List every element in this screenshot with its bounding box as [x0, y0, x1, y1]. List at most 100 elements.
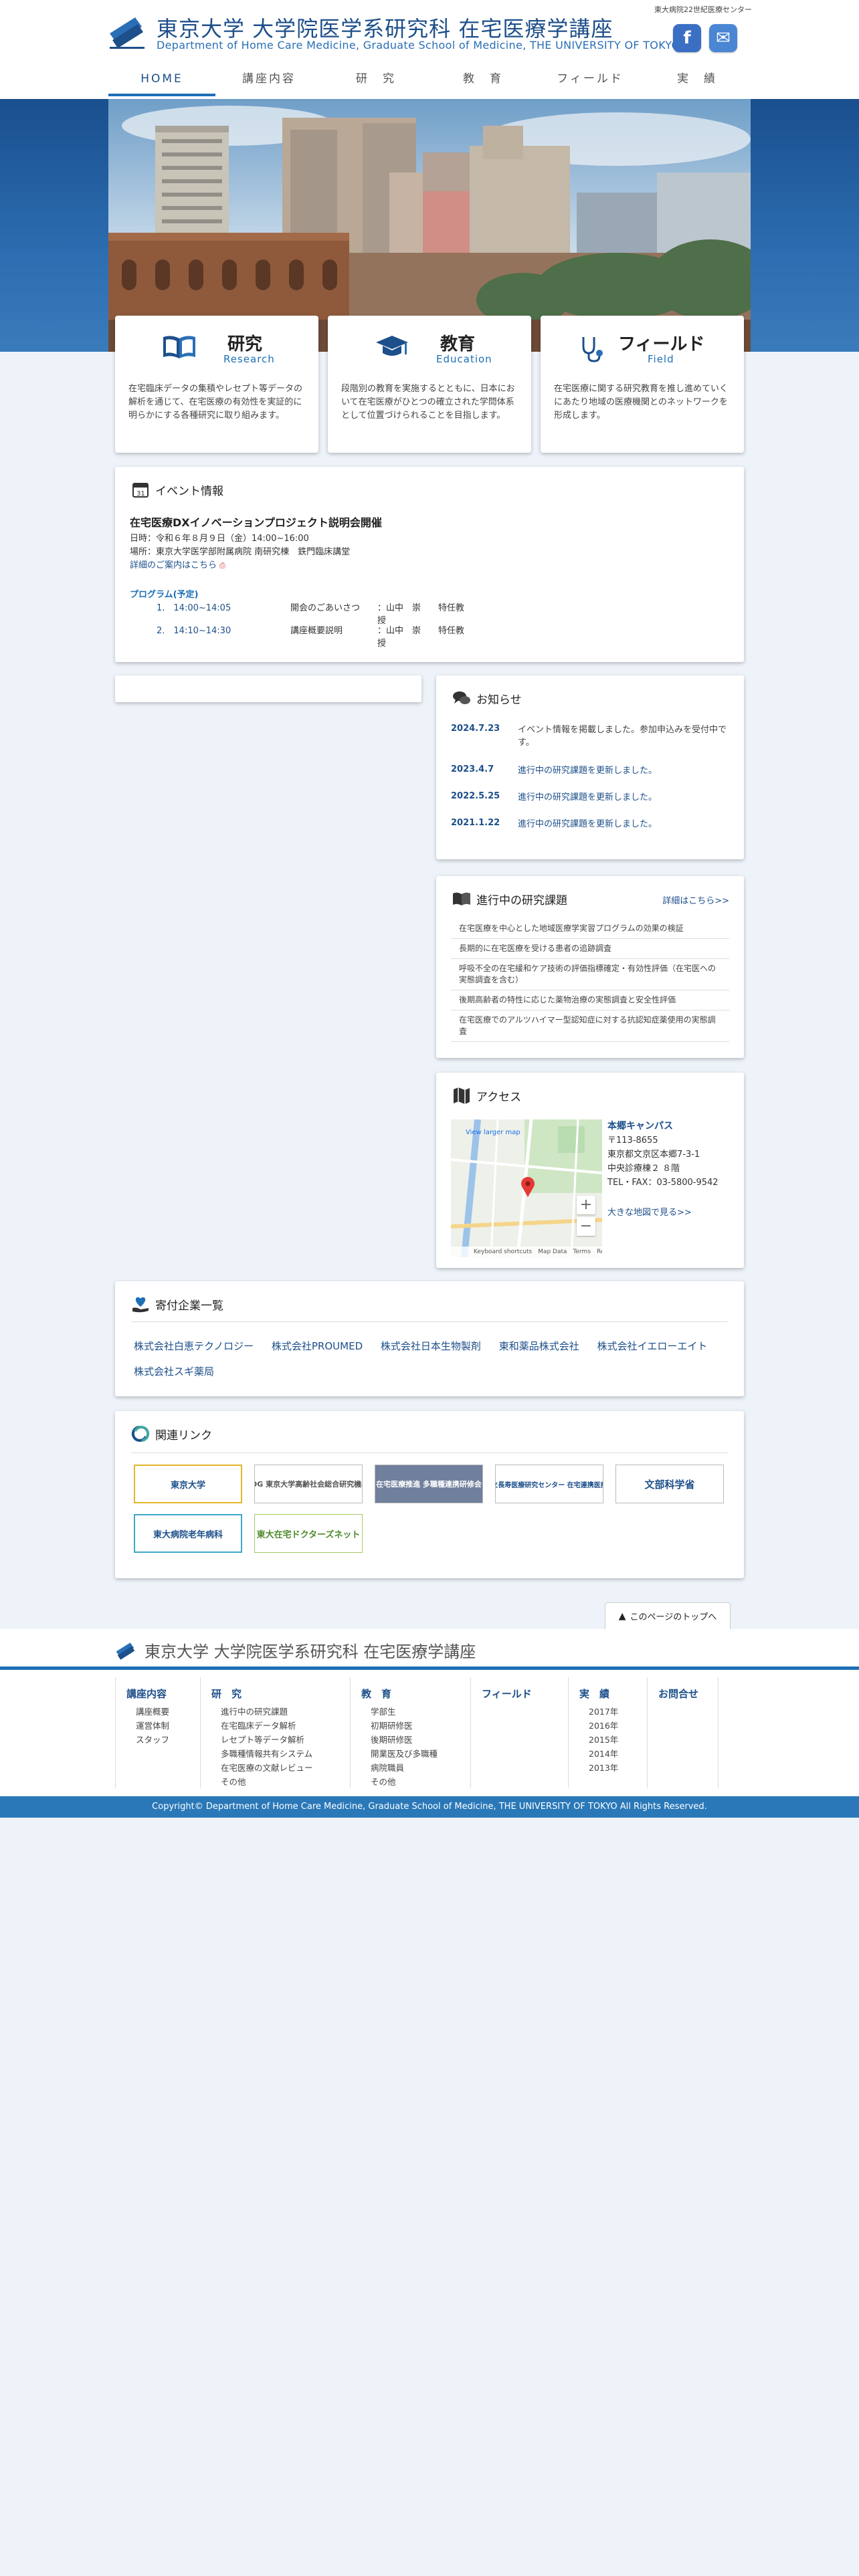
big-map-link[interactable]: 大きな地図で見る>>: [607, 1206, 719, 1220]
footer-link[interactable]: 運営体制: [136, 1719, 200, 1733]
footer-link[interactable]: 学部生: [371, 1705, 470, 1719]
company-link[interactable]: 株式会社スギ薬局: [134, 1366, 214, 1378]
news-text: イベント情報を掲載しました。参加申込みを受付中です。: [518, 725, 727, 748]
banner-geriatrics[interactable]: 東大病院老年病科: [134, 1514, 242, 1553]
event-box: 31 イベント情報 在宅医療DXイノベーションプロジェクト説明会開催 日時：令和…: [115, 467, 744, 662]
footer-link[interactable]: 2016年: [589, 1719, 647, 1733]
company-link[interactable]: 東和薬品株式会社: [499, 1340, 579, 1352]
banner-mext[interactable]: 文部科学省: [615, 1465, 724, 1503]
research-item[interactable]: 在宅医療を中心とした地域医療学実習プログラムの効果の検証: [451, 919, 729, 939]
embedded-map[interactable]: View larger map + − Keyboard shortcuts M…: [451, 1119, 602, 1257]
news-item[interactable]: 2023.4.7 進行中の研究課題を更新しました。: [451, 764, 732, 777]
footer-link[interactable]: 講座概要: [136, 1705, 200, 1719]
company-link[interactable]: 株式会社日本生物製剤: [381, 1340, 481, 1352]
map-attribution[interactable]: Keyboard shortcuts Map Data Terms Report…: [451, 1247, 602, 1257]
news-item[interactable]: 2021.1.22 進行中の研究課題を更新しました。: [451, 818, 732, 831]
feature-education-card[interactable]: 教育 Education 段階別の教育を実施するとともに、日本において在宅医療が…: [328, 316, 531, 453]
feature-research-card[interactable]: 研究 Research 在宅臨床データの集積やレセプト等データの解析を通じて、在…: [115, 316, 318, 453]
hospital-link[interactable]: 東大病院22世紀医療センター: [654, 4, 752, 15]
news-text[interactable]: 進行中の研究課題を更新しました。: [518, 818, 732, 831]
feature-title-en: Research: [223, 353, 275, 365]
donor-box: 寄付企業一覧 株式会社白恵テクノロジー 株式会社PROUMED 株式会社日本生物…: [115, 1281, 744, 1396]
event-title: イベント情報: [155, 484, 223, 498]
zoom-in-button[interactable]: +: [577, 1196, 595, 1214]
map-pin-icon: [521, 1177, 535, 1197]
nav-research[interactable]: 研 究: [322, 64, 430, 99]
footer-link[interactable]: 在宅臨床データ解析: [221, 1719, 350, 1733]
mail-icon[interactable]: ✉: [709, 24, 737, 52]
footer-logo[interactable]: 東京大学 大学院医学系研究科 在宅医療学講座: [115, 1638, 476, 1662]
footer-link[interactable]: 進行中の研究課題: [221, 1705, 350, 1719]
news-item[interactable]: 2022.5.25 進行中の研究課題を更新しました。: [451, 791, 732, 804]
footer-col-head[interactable]: お問合せ: [658, 1687, 718, 1701]
arrow-up-icon: ▲: [618, 1610, 626, 1622]
footer-link[interactable]: 2017年: [589, 1705, 647, 1719]
site-logo[interactable]: 東京大学 大学院医学系研究科 在宅医療学講座 Department of Hom…: [108, 12, 680, 52]
page-top-button[interactable]: ▲ このページのトップへ: [605, 1602, 731, 1629]
company-link[interactable]: 株式会社PROUMED: [272, 1340, 363, 1352]
event-detail-link-text[interactable]: 詳細のご案内はこちら: [130, 560, 217, 570]
view-larger-map-link[interactable]: View larger map: [466, 1129, 520, 1136]
footer-link[interactable]: 2015年: [589, 1733, 647, 1747]
logo-title-en: Department of Home Care Medicine, Gradua…: [157, 39, 680, 51]
research-item[interactable]: 呼吸不全の在宅緩和ケア技術の評価指標確定・有効性評価（在宅医への実態調査を含む）: [451, 959, 729, 990]
address-line-2: 中央診療棟２ ８階: [607, 1164, 680, 1174]
company-link[interactable]: 株式会社白恵テクノロジー: [134, 1340, 254, 1352]
footer-col-head[interactable]: 研 究: [211, 1687, 350, 1701]
research-box: 進行中の研究課題 詳細はこちら>> 在宅医療を中心とした地域医療学実習プログラム…: [436, 876, 744, 1058]
hero-image: [108, 99, 751, 352]
banner-iog[interactable]: IOG 東京大学高齢社会総合研究機構: [254, 1465, 363, 1503]
footer-link[interactable]: その他: [371, 1775, 470, 1789]
footer-link[interactable]: 病院職員: [371, 1761, 470, 1775]
footer-link[interactable]: レセプト等データ解析: [221, 1733, 350, 1747]
banner-ncgg[interactable]: 国立長寿医療研究センター 在宅連携医療部: [495, 1465, 603, 1503]
news-item[interactable]: 2024.7.23 イベント情報を掲載しました。参加申込みを受付中です。: [451, 724, 732, 749]
footer-rule: [0, 1667, 859, 1670]
company-link[interactable]: 株式会社イエローエイト: [597, 1340, 708, 1352]
program-time: 2. 14:10~14:30: [157, 626, 231, 636]
nav-education[interactable]: 教 育: [430, 64, 537, 99]
footer-link[interactable]: 2013年: [589, 1761, 647, 1775]
footer-link[interactable]: スタッフ: [136, 1733, 200, 1747]
nav-home[interactable]: HOME: [108, 64, 215, 99]
footer-link[interactable]: 2014年: [589, 1747, 647, 1761]
access-box: アクセス View larger map + − Keyboard shortc…: [436, 1073, 744, 1268]
news-date: 2021.1.22: [451, 818, 500, 828]
footer-link[interactable]: 在宅医療の文献レビュー: [221, 1761, 350, 1775]
event-detail-link[interactable]: 詳細のご案内はこちら ⎙: [130, 558, 225, 570]
zoom-out-button[interactable]: −: [577, 1217, 595, 1236]
feature-title-ja: フィールド: [618, 334, 705, 354]
banner-doctors-net[interactable]: 東大在宅ドクターズネット: [254, 1514, 363, 1553]
footer-link[interactable]: その他: [221, 1775, 350, 1789]
nav-field[interactable]: フィールド: [537, 64, 644, 99]
feature-title-en: Field: [648, 353, 674, 365]
research-item[interactable]: 長期的に在宅医療を受ける患者の追跡調査: [451, 939, 729, 959]
nav-course[interactable]: 講座内容: [215, 64, 322, 99]
banner-utokyo[interactable]: 東京大学: [134, 1465, 242, 1503]
banner-training[interactable]: 在宅医療推進 多職種連携研修会: [375, 1465, 483, 1503]
footer-link[interactable]: 初期研修医: [371, 1719, 470, 1733]
access-title: アクセス: [476, 1090, 522, 1104]
footer-col-head[interactable]: 教 育: [361, 1687, 470, 1701]
news-text[interactable]: 進行中の研究課題を更新しました。: [518, 764, 732, 777]
feature-field-card[interactable]: フィールド Field 在宅医療に関する研究教育を推し進めていくにあたり地域の医…: [541, 316, 744, 453]
research-item[interactable]: 後期高齢者の特性に応じた薬物治療の実態調査と安全性評価: [451, 990, 729, 1010]
research-item[interactable]: 在宅医療でのアルツハイマー型認知症に対する抗認知症薬使用の実態調査: [451, 1010, 729, 1042]
pdf-icon: ⎙: [219, 561, 225, 570]
research-more-link[interactable]: 詳細はこちら>>: [662, 893, 729, 906]
footer-link[interactable]: 多職種情報共有システム: [221, 1747, 350, 1761]
footer-link[interactable]: 開業医及び多職種: [371, 1747, 470, 1761]
link-chain-icon: [131, 1426, 150, 1442]
facebook-icon[interactable]: f: [673, 24, 701, 52]
footer-col-head[interactable]: フィールド: [482, 1687, 568, 1701]
footer-col-field: フィールド: [471, 1677, 569, 1788]
program-desc: 講座概要説明: [290, 626, 343, 636]
news-text[interactable]: 進行中の研究課題を更新しました。: [518, 791, 732, 804]
footer-col-head[interactable]: 講座内容: [126, 1687, 200, 1701]
news-title: お知らせ: [476, 693, 522, 707]
links-title: 関連リンク: [155, 1428, 212, 1442]
nav-achievements[interactable]: 実 績: [644, 64, 751, 99]
footer-link[interactable]: 後期研修医: [371, 1733, 470, 1747]
program-row: 2. 14:10~14:30 講座概要説明 ：山中 崇 特任教授: [157, 623, 471, 649]
footer-col-head[interactable]: 実 績: [579, 1687, 647, 1701]
